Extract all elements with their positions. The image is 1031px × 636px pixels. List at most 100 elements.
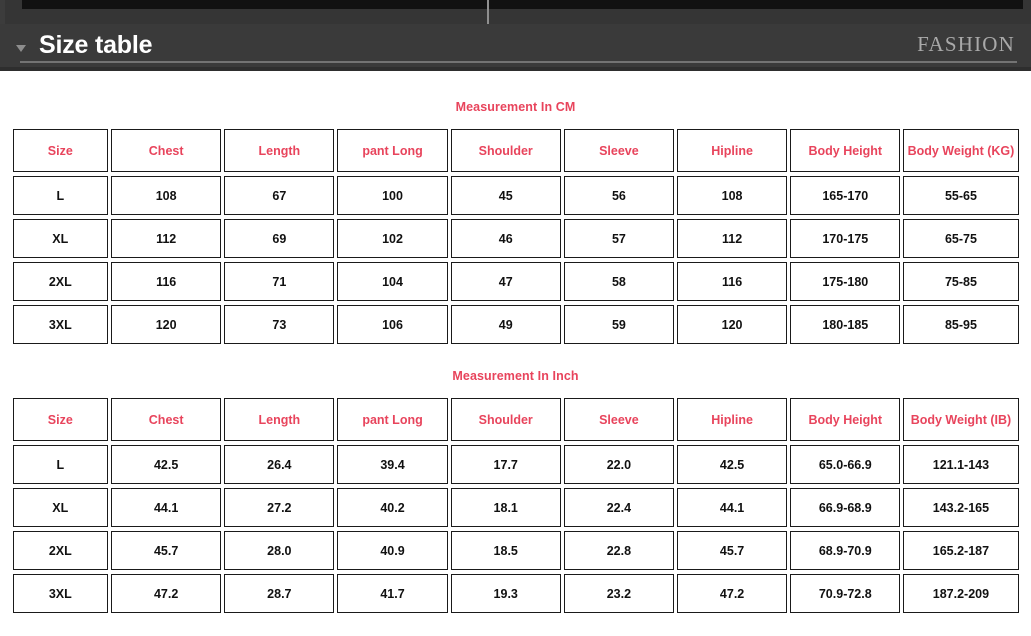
- table-row: L 42.5 26.4 39.4 17.7 22.0 42.5 65.0-66.…: [12, 445, 1019, 484]
- cell-hipline: 47.2: [677, 574, 788, 613]
- cell-body-height: 68.9-70.9: [790, 531, 901, 570]
- cell-sleeve: 22.0: [563, 445, 674, 484]
- cell-sleeve: 22.8: [563, 531, 674, 570]
- cell-pant-long: 104: [337, 262, 448, 301]
- table-row: 2XL 45.7 28.0 40.9 18.5 22.8 45.7 68.9-7…: [12, 531, 1019, 570]
- table-row: XL 112 69 102 46 57 112 170-175 65-75: [12, 219, 1019, 258]
- cell-body-height: 180-185: [790, 305, 901, 344]
- cell-sleeve: 23.2: [563, 574, 674, 613]
- size-table-header-bar[interactable]: Size table FASHION: [0, 24, 1031, 71]
- cell-chest: 116: [111, 262, 222, 301]
- measurement-inch-caption: Measurement In Inch: [452, 369, 579, 383]
- cell-size: L: [12, 176, 109, 215]
- cell-body-weight: 143.2-165: [903, 488, 1019, 527]
- cell-hipline: 112: [677, 219, 788, 258]
- cell-chest: 120: [111, 305, 222, 344]
- column-header-chest: Chest: [111, 398, 222, 441]
- size-table-cm: Size Chest Length pant Long Shoulder Sle…: [10, 125, 1022, 348]
- top-strip-left-edge: [0, 0, 5, 24]
- column-header-shoulder: Shoulder: [450, 129, 561, 172]
- cell-shoulder: 45: [450, 176, 561, 215]
- cell-body-weight: 55-65: [903, 176, 1019, 215]
- cell-pant-long: 102: [337, 219, 448, 258]
- cell-chest: 44.1: [111, 488, 222, 527]
- cell-body-weight: 187.2-209: [903, 574, 1019, 613]
- cell-sleeve: 59: [563, 305, 674, 344]
- cell-length: 69: [224, 219, 335, 258]
- top-strip-inner-bar: [22, 0, 1023, 9]
- column-header-hipline: Hipline: [677, 129, 788, 172]
- column-header-pant-long: pant Long: [337, 129, 448, 172]
- cell-hipline: 44.1: [677, 488, 788, 527]
- table-header-row: Size Chest Length pant Long Shoulder Sle…: [12, 398, 1019, 441]
- cell-pant-long: 40.9: [337, 531, 448, 570]
- cell-length: 28.7: [224, 574, 335, 613]
- cell-shoulder: 46: [450, 219, 561, 258]
- cell-chest: 47.2: [111, 574, 222, 613]
- cell-length: 71: [224, 262, 335, 301]
- cell-body-height: 170-175: [790, 219, 901, 258]
- cell-length: 28.0: [224, 531, 335, 570]
- column-header-length: Length: [224, 398, 335, 441]
- cell-size: 2XL: [12, 531, 109, 570]
- table-header-row: Size Chest Length pant Long Shoulder Sle…: [12, 129, 1019, 172]
- size-table-content: Measurement In CM Size Chest Length pant…: [0, 71, 1031, 617]
- cell-pant-long: 41.7: [337, 574, 448, 613]
- chevron-down-icon[interactable]: [16, 45, 26, 52]
- page-title: Size table: [39, 31, 153, 59]
- cell-sleeve: 58: [563, 262, 674, 301]
- cell-pant-long: 40.2: [337, 488, 448, 527]
- cell-shoulder: 47: [450, 262, 561, 301]
- column-header-chest: Chest: [111, 129, 222, 172]
- cell-chest: 42.5: [111, 445, 222, 484]
- cell-size: 3XL: [12, 574, 109, 613]
- column-header-body-weight: Body Weight (IB): [903, 398, 1019, 441]
- top-strip-divider: [487, 0, 489, 24]
- cell-shoulder: 19.3: [450, 574, 561, 613]
- column-header-length: Length: [224, 129, 335, 172]
- column-header-sleeve: Sleeve: [563, 129, 674, 172]
- cell-body-weight: 85-95: [903, 305, 1019, 344]
- cell-hipline: 108: [677, 176, 788, 215]
- cell-shoulder: 18.1: [450, 488, 561, 527]
- table-row: 3XL 120 73 106 49 59 120 180-185 85-95: [12, 305, 1019, 344]
- cell-sleeve: 57: [563, 219, 674, 258]
- size-table-inch: Size Chest Length pant Long Shoulder Sle…: [10, 394, 1022, 617]
- table-row: XL 44.1 27.2 40.2 18.1 22.4 44.1 66.9-68…: [12, 488, 1019, 527]
- cell-hipline: 42.5: [677, 445, 788, 484]
- column-header-sleeve: Sleeve: [563, 398, 674, 441]
- cell-body-weight: 121.1-143: [903, 445, 1019, 484]
- cell-body-weight: 65-75: [903, 219, 1019, 258]
- cell-body-height: 65.0-66.9: [790, 445, 901, 484]
- column-header-shoulder: Shoulder: [450, 398, 561, 441]
- page-top-strip: [0, 0, 1031, 24]
- cell-chest: 108: [111, 176, 222, 215]
- cell-size: L: [12, 445, 109, 484]
- cell-pant-long: 39.4: [337, 445, 448, 484]
- cell-body-height: 70.9-72.8: [790, 574, 901, 613]
- cell-length: 73: [224, 305, 335, 344]
- cell-length: 67: [224, 176, 335, 215]
- column-header-body-height: Body Height: [790, 398, 901, 441]
- cell-body-height: 66.9-68.9: [790, 488, 901, 527]
- cell-hipline: 116: [677, 262, 788, 301]
- column-header-size: Size: [12, 398, 109, 441]
- cell-sleeve: 22.4: [563, 488, 674, 527]
- table-row: 2XL 116 71 104 47 58 116 175-180 75-85: [12, 262, 1019, 301]
- cell-size: XL: [12, 488, 109, 527]
- cell-size: 2XL: [12, 262, 109, 301]
- column-header-body-height: Body Height: [790, 129, 901, 172]
- cell-shoulder: 18.5: [450, 531, 561, 570]
- cell-body-height: 165-170: [790, 176, 901, 215]
- table-row: L 108 67 100 45 56 108 165-170 55-65: [12, 176, 1019, 215]
- cell-hipline: 45.7: [677, 531, 788, 570]
- brand-label: FASHION: [917, 32, 1015, 56]
- column-header-hipline: Hipline: [677, 398, 788, 441]
- measurement-cm-caption: Measurement In CM: [455, 100, 576, 114]
- cell-length: 26.4: [224, 445, 335, 484]
- cell-length: 27.2: [224, 488, 335, 527]
- table-row: 3XL 47.2 28.7 41.7 19.3 23.2 47.2 70.9-7…: [12, 574, 1019, 613]
- cell-body-height: 175-180: [790, 262, 901, 301]
- cell-hipline: 120: [677, 305, 788, 344]
- cell-size: XL: [12, 219, 109, 258]
